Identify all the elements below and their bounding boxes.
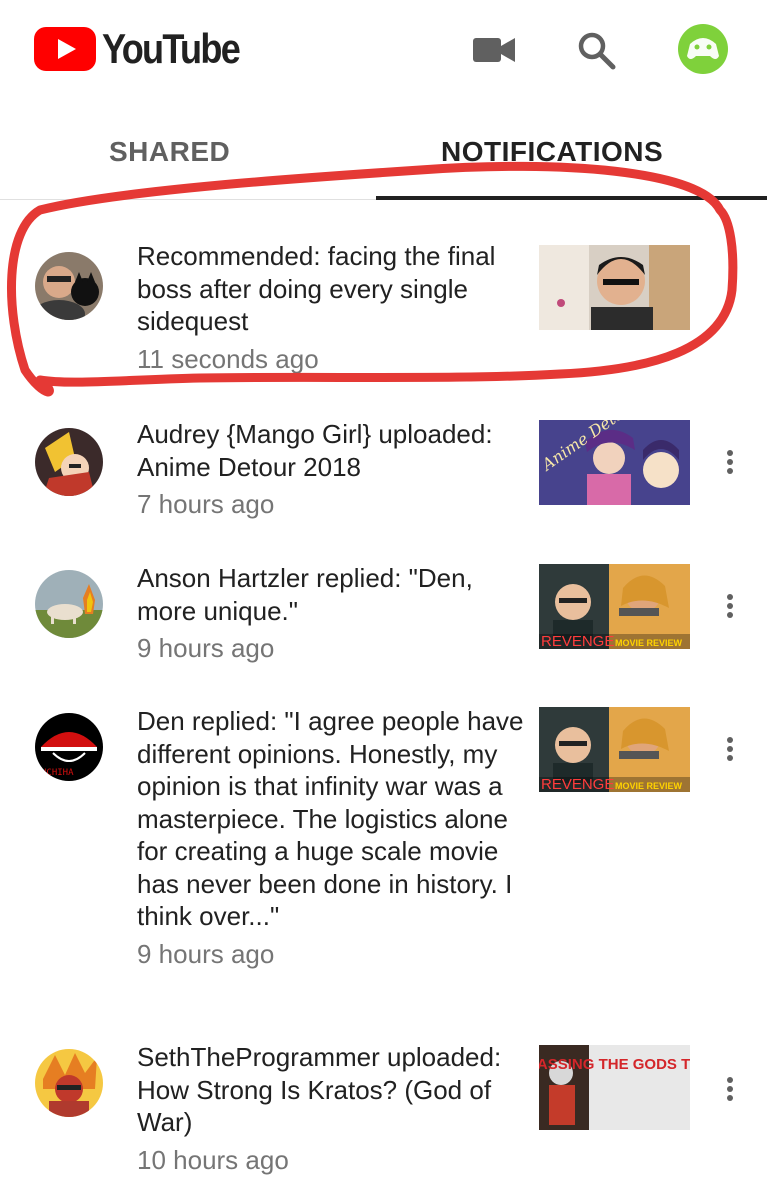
top-app-bar: YouTube	[0, 0, 767, 100]
more-options-button[interactable]	[718, 442, 742, 482]
video-thumbnail[interactable]: SURPASSING THE GODS THEMSELVES	[539, 1045, 690, 1130]
notification-text: SethTheProgrammer uploaded: How Strong I…	[137, 1041, 527, 1176]
video-thumbnail[interactable]: REVENGE MOVIE REVIEW	[539, 564, 690, 649]
more-options-button[interactable]	[718, 586, 742, 626]
thumb-text: SURPASSING THE GODS THEMSELVES	[539, 1056, 690, 1073]
notification-time: 10 hours ago	[137, 1144, 289, 1175]
more-options-button[interactable]	[718, 1069, 742, 1109]
tab-shared[interactable]: SHARED	[109, 136, 230, 168]
notification-message: Anson Hartzler replied: "Den, more uniqu…	[137, 563, 473, 626]
thumb-subtext: MOVIE REVIEW	[615, 781, 683, 791]
tab-notifications[interactable]: NOTIFICATIONS	[441, 136, 663, 168]
thumb-subtext: MOVIE REVIEW	[615, 638, 683, 648]
youtube-play-icon	[34, 27, 96, 71]
tab-bar: SHARED NOTIFICATIONS	[0, 100, 767, 200]
notification-text: Den replied: "I agree people have differ…	[137, 705, 527, 970]
channel-avatar	[35, 1049, 103, 1117]
svg-text:UCHIHA: UCHIHA	[41, 768, 74, 778]
account-avatar[interactable]	[678, 24, 728, 74]
selected-tab-indicator	[376, 196, 767, 200]
notification-text: Audrey {Mango Girl} uploaded: Anime Deto…	[137, 418, 527, 521]
search-icon[interactable]	[574, 28, 618, 72]
notification-time: 9 hours ago	[137, 938, 275, 969]
notification-text: Recommended: facing the final boss after…	[137, 240, 527, 375]
video-camera-icon[interactable]	[472, 28, 516, 72]
video-thumbnail[interactable]: REVENGE MOVIE REVIEW	[539, 707, 690, 792]
video-thumbnail[interactable]	[539, 245, 690, 330]
channel-avatar	[35, 252, 103, 320]
thumb-text: REVENGE	[541, 776, 614, 792]
notification-message: Den replied: "I agree people have differ…	[137, 706, 524, 931]
notification-text: Anson Hartzler replied: "Den, more uniqu…	[137, 562, 527, 665]
thumb-text: REVENGE	[541, 633, 614, 649]
logo-text: YouTube	[102, 25, 241, 72]
video-thumbnail[interactable]: Anime Detour	[539, 420, 690, 505]
notification-message: Recommended: facing the final boss after…	[137, 241, 496, 336]
notification-message: Audrey {Mango Girl} uploaded: Anime Deto…	[137, 419, 493, 482]
notification-time: 9 hours ago	[137, 633, 275, 663]
youtube-logo[interactable]: YouTube	[34, 24, 261, 74]
channel-avatar	[35, 428, 103, 496]
notification-message: SethTheProgrammer uploaded: How Strong I…	[137, 1042, 502, 1137]
notification-time: 11 seconds ago	[137, 343, 319, 374]
channel-avatar: UCHIHA	[35, 713, 103, 781]
more-options-button[interactable]	[718, 729, 742, 769]
channel-avatar	[35, 570, 103, 638]
notification-time: 7 hours ago	[137, 489, 275, 519]
